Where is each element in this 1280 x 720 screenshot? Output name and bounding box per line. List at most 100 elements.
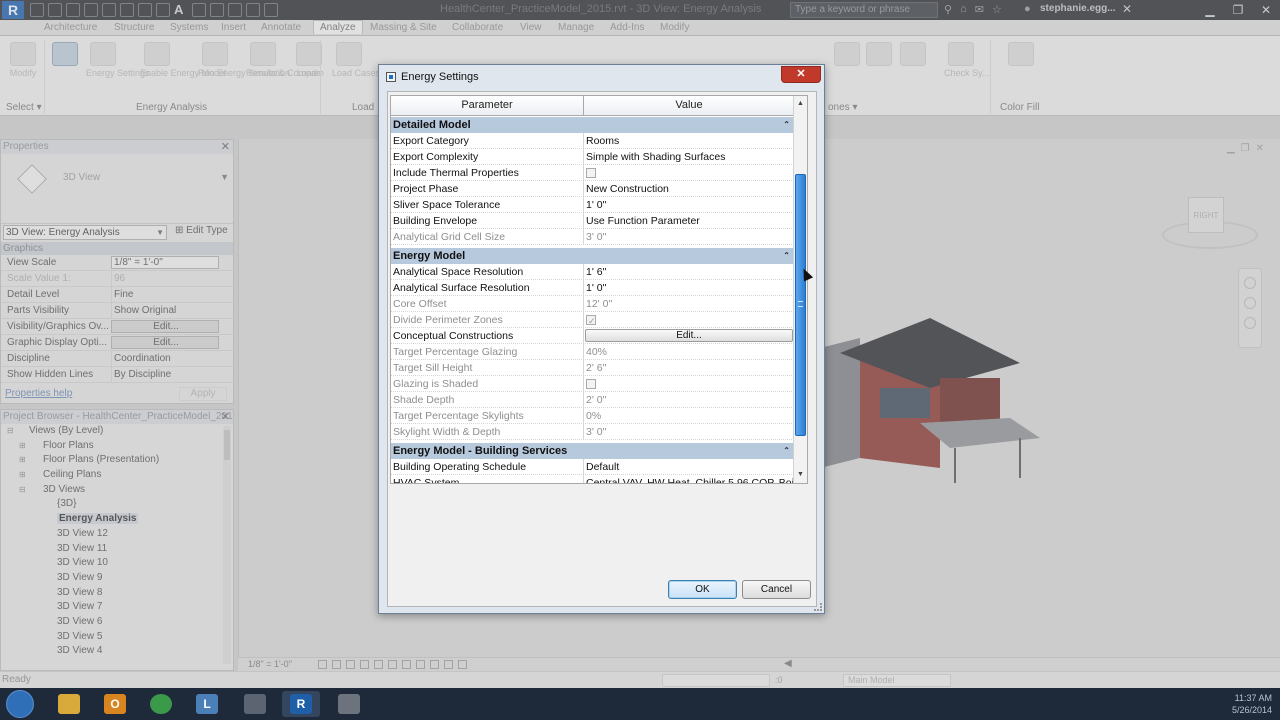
param-label: Analytical Grid Cell Size	[391, 229, 584, 244]
dialog-icon	[386, 72, 396, 82]
group-header-energy-model-building-services[interactable]: Energy Model - Building Services ⌃	[391, 443, 794, 459]
grid-header: Parameter Value	[391, 96, 794, 116]
param-value: 3' 0"	[586, 426, 607, 438]
param-label: Include Thermal Properties	[391, 165, 584, 180]
param-row-analytical-grid-cell-size: Analytical Grid Cell Size 3' 0"	[391, 229, 794, 245]
taskbar-revit[interactable]: R	[282, 691, 320, 717]
navisworks-icon	[244, 694, 266, 714]
energy-settings-dialog: Energy Settings ✕ Parameter Value Detail…	[378, 64, 825, 614]
param-value[interactable]: Rooms	[584, 133, 794, 148]
param-label: Export Complexity	[391, 149, 584, 164]
param-value: 40%	[586, 346, 608, 358]
collapse-icon[interactable]: ⌃	[783, 117, 790, 133]
param-row-divide-perimeter-zones: Divide Perimeter Zones	[391, 312, 794, 328]
collapse-icon[interactable]: ⌃	[783, 443, 790, 459]
group-header-detailed-model[interactable]: Detailed Model ⌃	[391, 117, 794, 133]
param-label: Conceptual Constructions	[391, 328, 584, 343]
cancel-button[interactable]: Cancel	[742, 580, 811, 599]
param-value: 0%	[586, 410, 602, 422]
param-value[interactable]: Use Function Parameter	[584, 213, 794, 228]
param-value: 3' 0"	[586, 231, 607, 243]
param-row-target-percentage-skylights: Target Percentage Skylights 0%	[391, 408, 794, 424]
taskbar-revit-files[interactable]: L	[188, 691, 226, 717]
param-label: Sliver Space Tolerance	[391, 197, 584, 212]
resize-grip-icon[interactable]	[814, 603, 822, 611]
param-row-core-offset: Core Offset 12' 0"	[391, 296, 794, 312]
param-value[interactable]: New Construction	[584, 181, 794, 196]
param-row-shade-depth: Shade Depth 2' 0"	[391, 392, 794, 408]
param-row-analytical-surface-resolution: Analytical Surface Resolution 1' 0"	[391, 280, 794, 296]
param-row-conceptual-constructions: Conceptual Constructions Edit...	[391, 328, 794, 344]
param-checkbox	[586, 379, 596, 389]
scroll-down-icon[interactable]: ▼	[795, 469, 806, 481]
param-label: Target Percentage Glazing	[391, 344, 584, 359]
conceptual-constructions-edit-button[interactable]: Edit...	[585, 329, 793, 342]
param-label: Target Percentage Skylights	[391, 408, 584, 423]
taskbar-explorer[interactable]	[50, 691, 88, 717]
column-header-parameter[interactable]: Parameter	[391, 96, 584, 115]
param-row-project-phase: Project Phase New Construction	[391, 181, 794, 197]
param-value[interactable]: Central VAV, HW Heat, Chiller 5.96 COP, …	[584, 475, 794, 483]
param-value[interactable]	[584, 165, 794, 180]
param-row-glazing-is-shaded: Glazing is Shaded	[391, 376, 794, 392]
param-row-export-category: Export Category Rooms	[391, 133, 794, 149]
taskbar: O L R 11:37 AM 5/26/2014	[0, 688, 1280, 720]
param-label: Glazing is Shaded	[391, 376, 584, 391]
start-button[interactable]	[6, 690, 34, 718]
param-value	[584, 312, 794, 327]
system-clock[interactable]: 11:37 AM 5/26/2014	[1232, 692, 1272, 716]
param-value[interactable]: Simple with Shading Surfaces	[584, 149, 794, 164]
param-label: Export Category	[391, 133, 584, 148]
param-value[interactable]: Default	[584, 459, 794, 474]
taskbar-chrome[interactable]	[142, 691, 180, 717]
folder-icon	[58, 694, 80, 714]
param-value: 12' 0"	[586, 298, 613, 310]
param-label: Analytical Surface Resolution	[391, 280, 584, 295]
param-row-skylight-width-depth: Skylight Width & Depth 3' 0"	[391, 424, 794, 440]
taskbar-outlook[interactable]: O	[96, 691, 134, 717]
param-row-target-sill-height: Target Sill Height 2' 6"	[391, 360, 794, 376]
param-label: Divide Perimeter Zones	[391, 312, 584, 327]
ok-button[interactable]: OK	[668, 580, 737, 599]
param-label: Analytical Space Resolution	[391, 264, 584, 279]
collapse-icon[interactable]: ⌃	[783, 248, 790, 264]
param-value[interactable]: 1' 0"	[584, 197, 794, 212]
param-row-building-envelope: Building Envelope Use Function Parameter	[391, 213, 794, 229]
scroll-thumb[interactable]	[795, 174, 806, 436]
scroll-up-icon[interactable]: ▲	[795, 98, 806, 110]
param-row-building-operating-schedule: Building Operating Schedule Default	[391, 459, 794, 475]
dialog-title-bar[interactable]: Energy Settings ✕	[379, 65, 824, 89]
parameter-grid: Parameter Value Detailed Model ⌃ Export Ca…	[390, 95, 808, 484]
dialog-body: Parameter Value Detailed Model ⌃ Export Ca…	[387, 91, 817, 607]
param-value: 2' 6"	[586, 362, 607, 374]
param-value[interactable]: 1' 0"	[584, 280, 794, 295]
param-row-target-percentage-glazing: Target Percentage Glazing 40%	[391, 344, 794, 360]
grid-scrollbar[interactable]: ▲ ▼	[793, 96, 807, 483]
param-label: HVAC System	[391, 475, 584, 483]
param-label: Target Sill Height	[391, 360, 584, 375]
chrome-icon	[150, 694, 172, 714]
column-header-value[interactable]: Value	[584, 96, 794, 115]
param-label: Skylight Width & Depth	[391, 424, 584, 439]
param-row-include-thermal-properties: Include Thermal Properties	[391, 165, 794, 181]
param-row-export-complexity: Export Complexity Simple with Shading Sur…	[391, 149, 794, 165]
dialog-close-button[interactable]: ✕	[781, 66, 821, 83]
group-header-energy-model[interactable]: Energy Model ⌃	[391, 248, 794, 264]
taskbar-navisworks[interactable]	[236, 691, 274, 717]
param-value: 2' 0"	[586, 394, 607, 406]
param-row-hvac-system: HVAC System Central VAV, HW Heat, Chiller…	[391, 475, 794, 483]
tools-icon	[338, 694, 360, 714]
param-value[interactable]: Edit...	[584, 328, 794, 343]
param-checkbox[interactable]	[586, 168, 596, 178]
param-label: Shade Depth	[391, 392, 584, 407]
param-label: Project Phase	[391, 181, 584, 196]
group-title: Detailed Model	[393, 119, 471, 131]
dialog-title: Energy Settings	[401, 71, 479, 83]
param-checkbox	[586, 313, 596, 327]
outlook-icon: O	[104, 694, 126, 714]
param-value[interactable]: 1' 6"	[584, 264, 794, 279]
taskbar-tools[interactable]	[330, 691, 368, 717]
param-value	[584, 376, 794, 391]
param-row-sliver-space-tolerance: Sliver Space Tolerance 1' 0"	[391, 197, 794, 213]
param-row-analytical-space-resolution: Analytical Space Resolution 1' 6"	[391, 264, 794, 280]
